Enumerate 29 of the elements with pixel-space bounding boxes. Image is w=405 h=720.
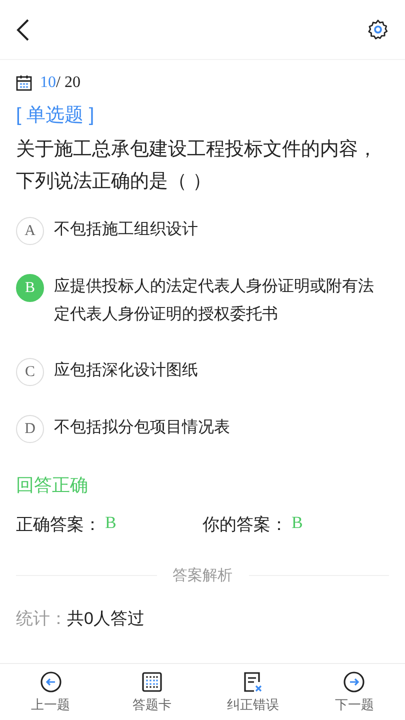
your-answer-value: B xyxy=(292,513,303,534)
option-text[interactable]: 应包括深化设计图纸 xyxy=(54,357,198,385)
grid-card-icon xyxy=(140,670,163,692)
option-text[interactable]: 应提供投标人的法定代表人身份证明或附有法定代表人身份证明的授权委托书 xyxy=(54,273,389,329)
stats-label: 统计： xyxy=(16,608,67,630)
toolbar-button[interactable]: 纠正错误 xyxy=(202,664,304,720)
toolbar-button[interactable]: 上一题 xyxy=(0,664,102,720)
question-text: 关于施工总承包建设工程投标文件的内容，下列说法正确的是（ ） xyxy=(16,138,378,194)
result-verdict: 回答正确 xyxy=(16,474,89,497)
back-icon xyxy=(16,18,30,42)
calendar-icon xyxy=(16,75,32,91)
question-type-label: [ 单选题 ] xyxy=(16,104,96,128)
option-letter[interactable]: C xyxy=(16,358,44,386)
your-answer-label: 你的答案： xyxy=(202,514,288,536)
correct-answer-label: 正确答案： xyxy=(16,514,101,536)
settings-button[interactable] xyxy=(367,18,389,40)
toolbar-button[interactable]: 下一题 xyxy=(304,664,405,720)
option-letter[interactable]: A xyxy=(16,217,44,245)
back-button[interactable] xyxy=(16,18,30,42)
option-text[interactable]: 不包括施工组织设计 xyxy=(54,216,198,244)
option-text[interactable]: 不包括拟分包项目情况表 xyxy=(54,414,230,442)
stats-value: 共0人答过 xyxy=(67,608,144,630)
toolbar-button[interactable]: 答题卡 xyxy=(101,664,202,720)
correct-answer-value: B xyxy=(105,513,116,534)
option-letter[interactable]: D xyxy=(16,415,44,443)
question-counter: 10/ 20 xyxy=(40,74,80,92)
document-error-icon xyxy=(242,670,264,692)
settings-icon xyxy=(367,18,389,40)
analysis-heading: 答案解析 xyxy=(172,566,232,585)
